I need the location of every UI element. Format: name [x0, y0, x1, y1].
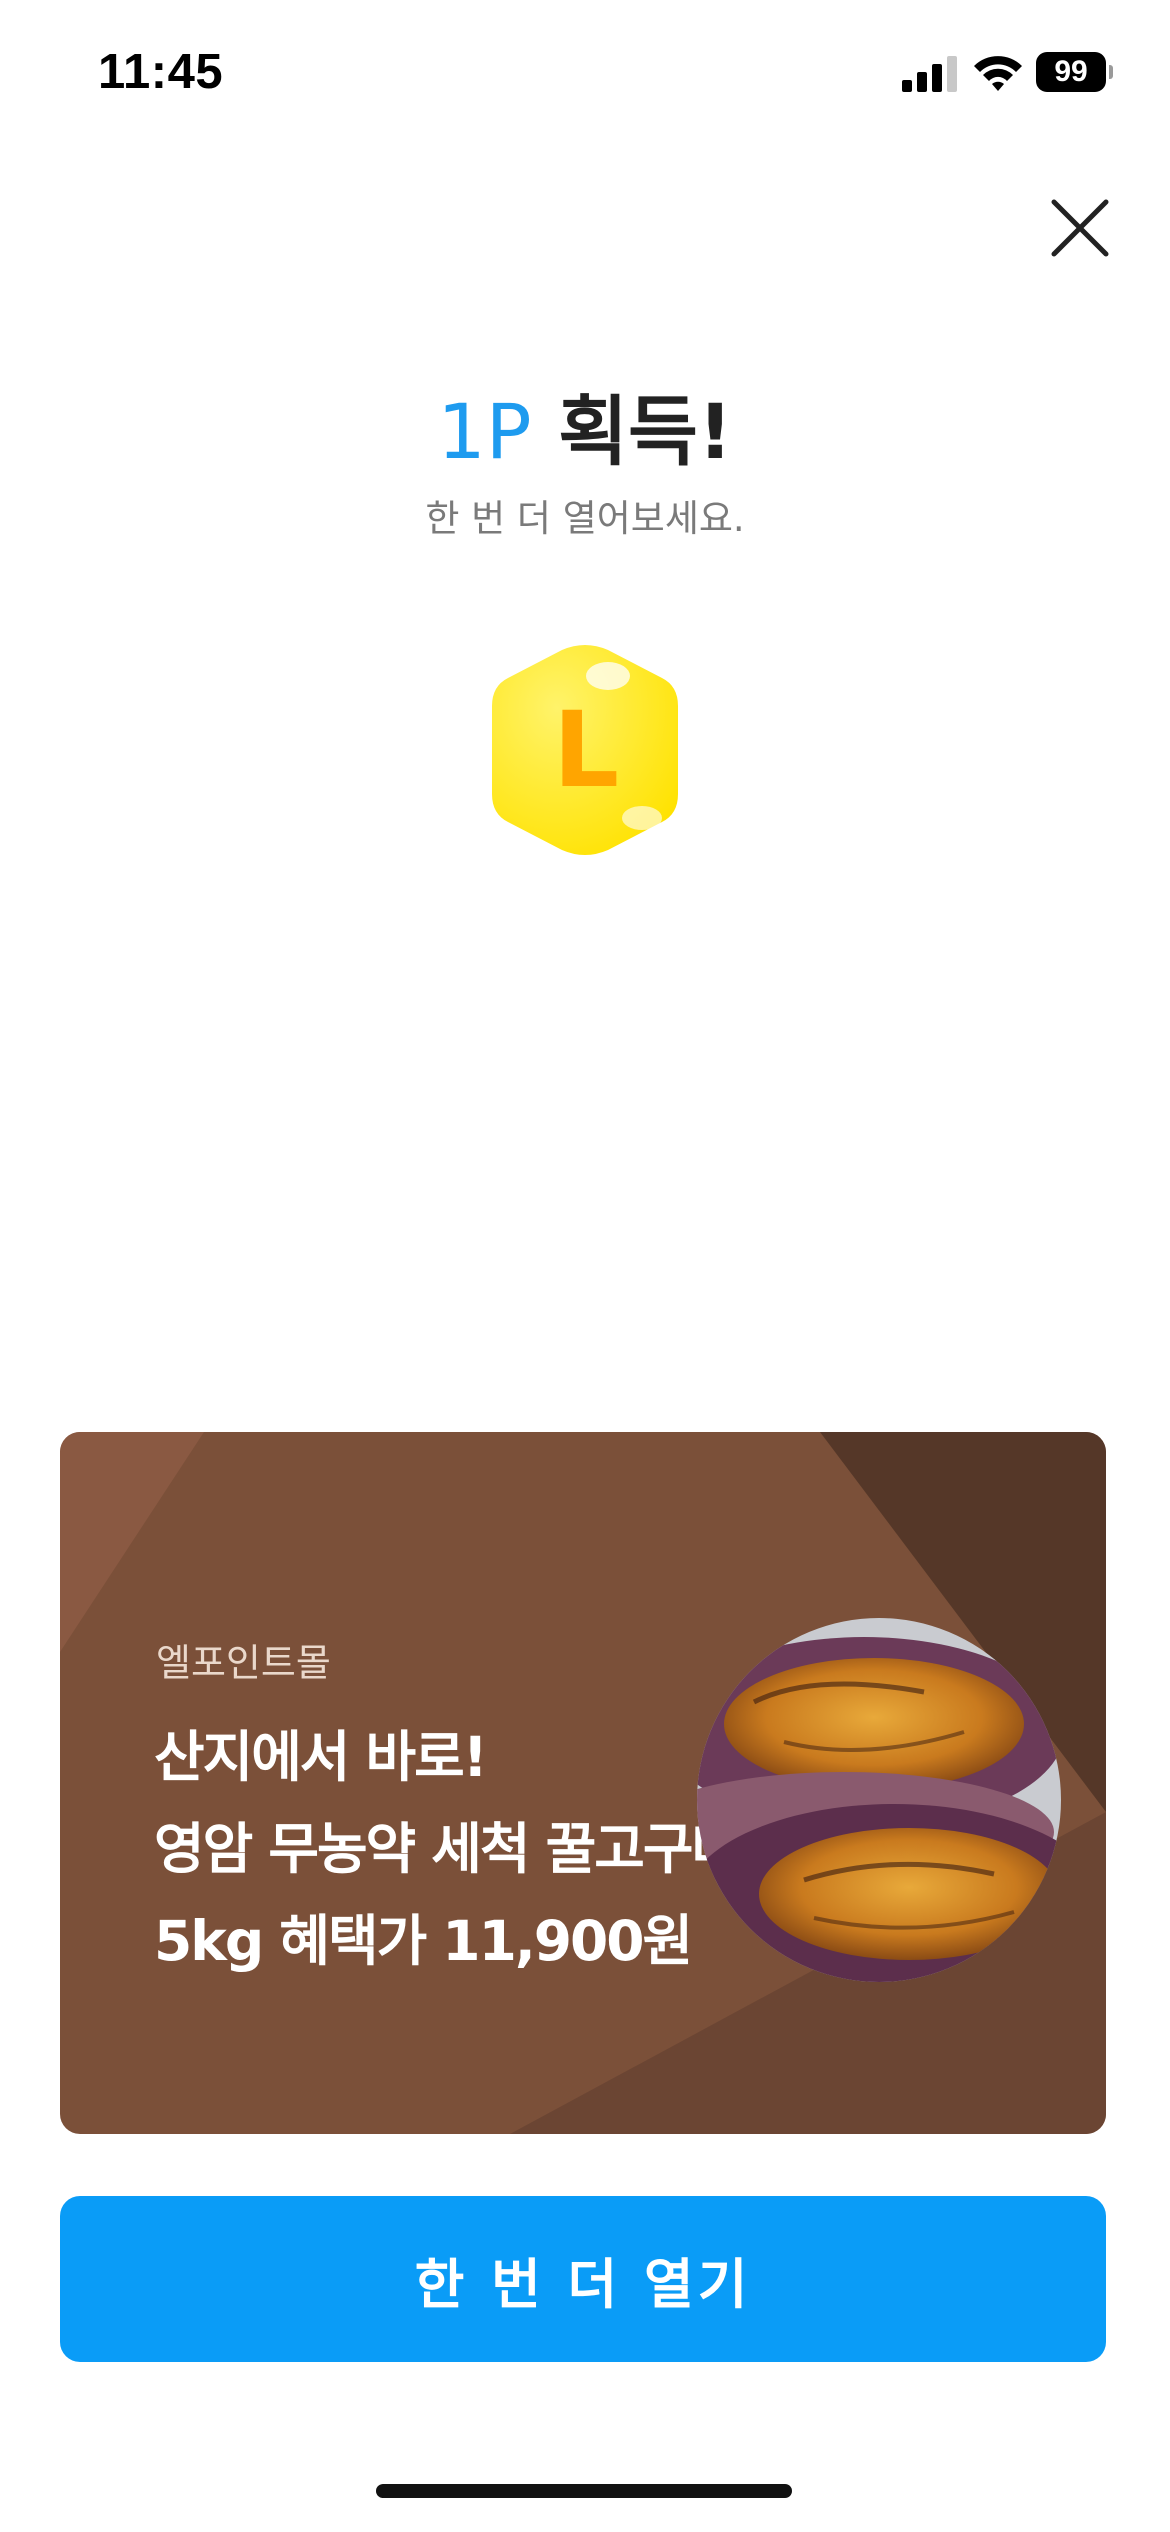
coin-letter: L — [553, 689, 619, 811]
status-time: 11:45 — [98, 45, 224, 99]
ad-brand: 엘포인트몰 — [156, 1641, 331, 1685]
close-icon[interactable] — [1040, 188, 1120, 268]
wifi-icon — [974, 56, 1022, 91]
lpoint-coin-icon: L — [492, 645, 678, 855]
battery-level: 99 — [1036, 52, 1106, 92]
signal-icon — [902, 56, 957, 92]
battery-icon: 99 — [1036, 52, 1113, 92]
reward-subtitle: 한 번 더 열어보세요. — [425, 497, 745, 540]
home-indicator[interactable] — [376, 2484, 792, 2498]
reward-amount: 1P — [437, 387, 532, 476]
sweet-potato-image — [697, 1618, 1061, 1982]
ad-banner[interactable]: 엘포인트몰 산지에서 바로! 영암 무농약 세척 꿀고구마 5kg 혜택가 11… — [60, 1432, 1106, 2134]
ad-headline-3: 5kg 혜택가 11,900원 — [154, 1909, 693, 1973]
reward-title-suffix: 획득! — [531, 387, 733, 476]
open-again-button[interactable]: 한 번 더 열기 — [60, 2196, 1106, 2362]
status-bar: 11:45 99 — [0, 0, 1170, 150]
ad-headline-1: 산지에서 바로! — [154, 1725, 488, 1789]
ad-headline-2: 영암 무농약 세척 꿀고구마 — [154, 1817, 742, 1881]
reward-title: 1P 획득! — [0, 382, 1170, 482]
battery-tip — [1109, 65, 1113, 79]
close-button[interactable] — [1040, 188, 1120, 268]
